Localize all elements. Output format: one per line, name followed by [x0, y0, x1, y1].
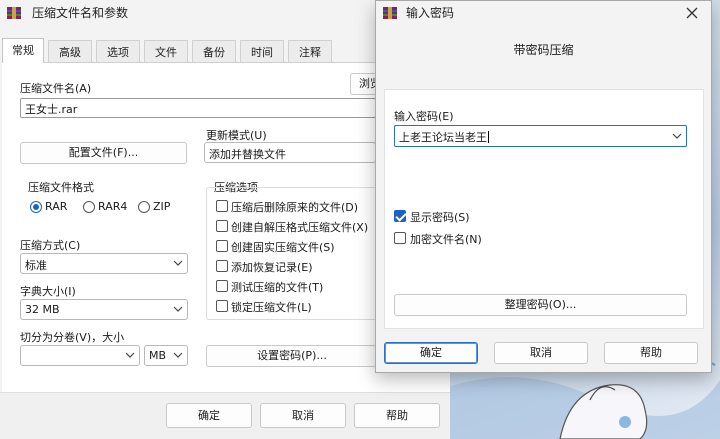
chevron-down-icon	[125, 352, 135, 358]
format-zip-radio[interactable]	[138, 201, 150, 213]
option-delete-after-label: 压缩后删除原来的文件(D)	[231, 201, 359, 214]
method-value: 标准	[25, 259, 47, 272]
enter-password-label: 输入密码(E)	[394, 110, 454, 123]
tab-options[interactable]: 选项	[96, 40, 140, 62]
main-ok-button[interactable]: 确定	[166, 403, 252, 428]
option-delete-after-check[interactable]	[216, 200, 228, 212]
main-button-bar: 确定 取消 帮助	[0, 392, 450, 439]
dict-size-label: 字典大小(I)	[20, 285, 76, 298]
option-recovery-label: 添加恢复记录(E)	[231, 261, 313, 274]
chevron-down-icon	[173, 306, 183, 312]
close-icon[interactable]	[685, 6, 699, 20]
format-rar4-radio[interactable]	[83, 201, 95, 213]
format-rar4-label: RAR4	[98, 200, 128, 213]
password-titlebar[interactable]: 输入密码	[376, 1, 711, 25]
tab-files[interactable]: 文件	[144, 40, 188, 62]
update-mode-value: 添加并替换文件	[209, 148, 286, 161]
password-help-button[interactable]: 帮助	[604, 342, 698, 364]
password-panel: 输入密码(E) 上老王论坛当老王 显示密码(S) 加密文件名(N) 整理密码(O…	[384, 89, 704, 329]
winrar-icon	[7, 7, 21, 19]
main-cancel-button[interactable]: 取消	[260, 403, 346, 428]
winrar-icon	[383, 7, 397, 19]
main-help-button[interactable]: 帮助	[354, 403, 440, 428]
password-subtitle: 带密码压缩	[513, 43, 574, 57]
option-sfx-check[interactable]	[216, 220, 228, 232]
chevron-down-icon	[173, 260, 183, 266]
password-cancel-button[interactable]: 取消	[494, 342, 588, 364]
format-zip-label: ZIP	[153, 200, 171, 213]
tab-time[interactable]: 时间	[240, 40, 284, 62]
organize-passwords-button[interactable]: 整理密码(O)...	[394, 294, 687, 316]
encrypt-names-check[interactable]	[394, 232, 406, 244]
password-value: 上老王论坛当老王	[399, 131, 487, 144]
profiles-button[interactable]: 配置文件(F)...	[20, 142, 187, 164]
tab-advanced[interactable]: 高级	[48, 40, 92, 62]
split-unit-select[interactable]: MB	[144, 345, 188, 366]
option-test-check[interactable]	[216, 280, 228, 292]
password-dialog: 输入密码 带密码压缩 输入密码(E) 上老王论坛当老王 显示密码(S) 加密文件…	[375, 0, 712, 373]
main-dialog-title: 压缩文件名和参数	[32, 6, 129, 20]
method-label: 压缩方式(C)	[20, 239, 81, 252]
dict-size-value: 32 MB	[25, 303, 60, 316]
format-rar-radio[interactable]	[30, 201, 42, 213]
password-dialog-title: 输入密码	[406, 6, 455, 20]
option-lock-label: 锁定压缩文件(L)	[231, 301, 312, 314]
chevron-down-icon	[672, 133, 682, 139]
option-test-label: 测试压缩的文件(T)	[231, 281, 324, 294]
split-unit-value: MB	[149, 349, 167, 362]
option-sfx-label: 创建自解压格式压缩文件(X)	[231, 221, 369, 234]
show-password-label: 显示密码(S)	[410, 211, 470, 224]
tab-comment[interactable]: 注释	[288, 40, 332, 62]
split-size-select[interactable]	[20, 345, 140, 366]
encrypt-names-label: 加密文件名(N)	[410, 233, 482, 246]
password-input[interactable]: 上老王论坛当老王	[394, 125, 687, 147]
archive-name-label: 压缩文件名(A)	[20, 82, 92, 95]
split-volumes-label: 切分为分卷(V)，大小	[20, 331, 125, 344]
format-rar-label: RAR	[45, 200, 68, 213]
text-caret	[488, 131, 489, 143]
chevron-down-icon	[173, 352, 183, 358]
option-solid-check[interactable]	[216, 240, 228, 252]
option-recovery-check[interactable]	[216, 260, 228, 272]
show-password-check[interactable]	[394, 210, 406, 222]
method-select[interactable]: 标准	[20, 253, 188, 274]
update-mode-label: 更新模式(U)	[206, 129, 267, 142]
tab-general[interactable]: 常规	[2, 38, 44, 63]
password-ok-button[interactable]: 确定	[384, 342, 478, 364]
dict-size-select[interactable]: 32 MB	[20, 299, 188, 320]
update-mode-select[interactable]: 添加并替换文件	[204, 142, 376, 163]
set-password-button[interactable]: 设置密码(P)...	[206, 345, 378, 367]
option-lock-check[interactable]	[216, 300, 228, 312]
format-group-title: 压缩文件格式	[28, 181, 94, 194]
option-solid-label: 创建固实压缩文件(S)	[231, 241, 335, 254]
tab-strip: 常规 高级 选项 文件 备份 时间 注释	[2, 38, 336, 63]
archive-name-input[interactable]: 王女士.rar	[20, 98, 376, 118]
tab-backup[interactable]: 备份	[192, 40, 236, 62]
